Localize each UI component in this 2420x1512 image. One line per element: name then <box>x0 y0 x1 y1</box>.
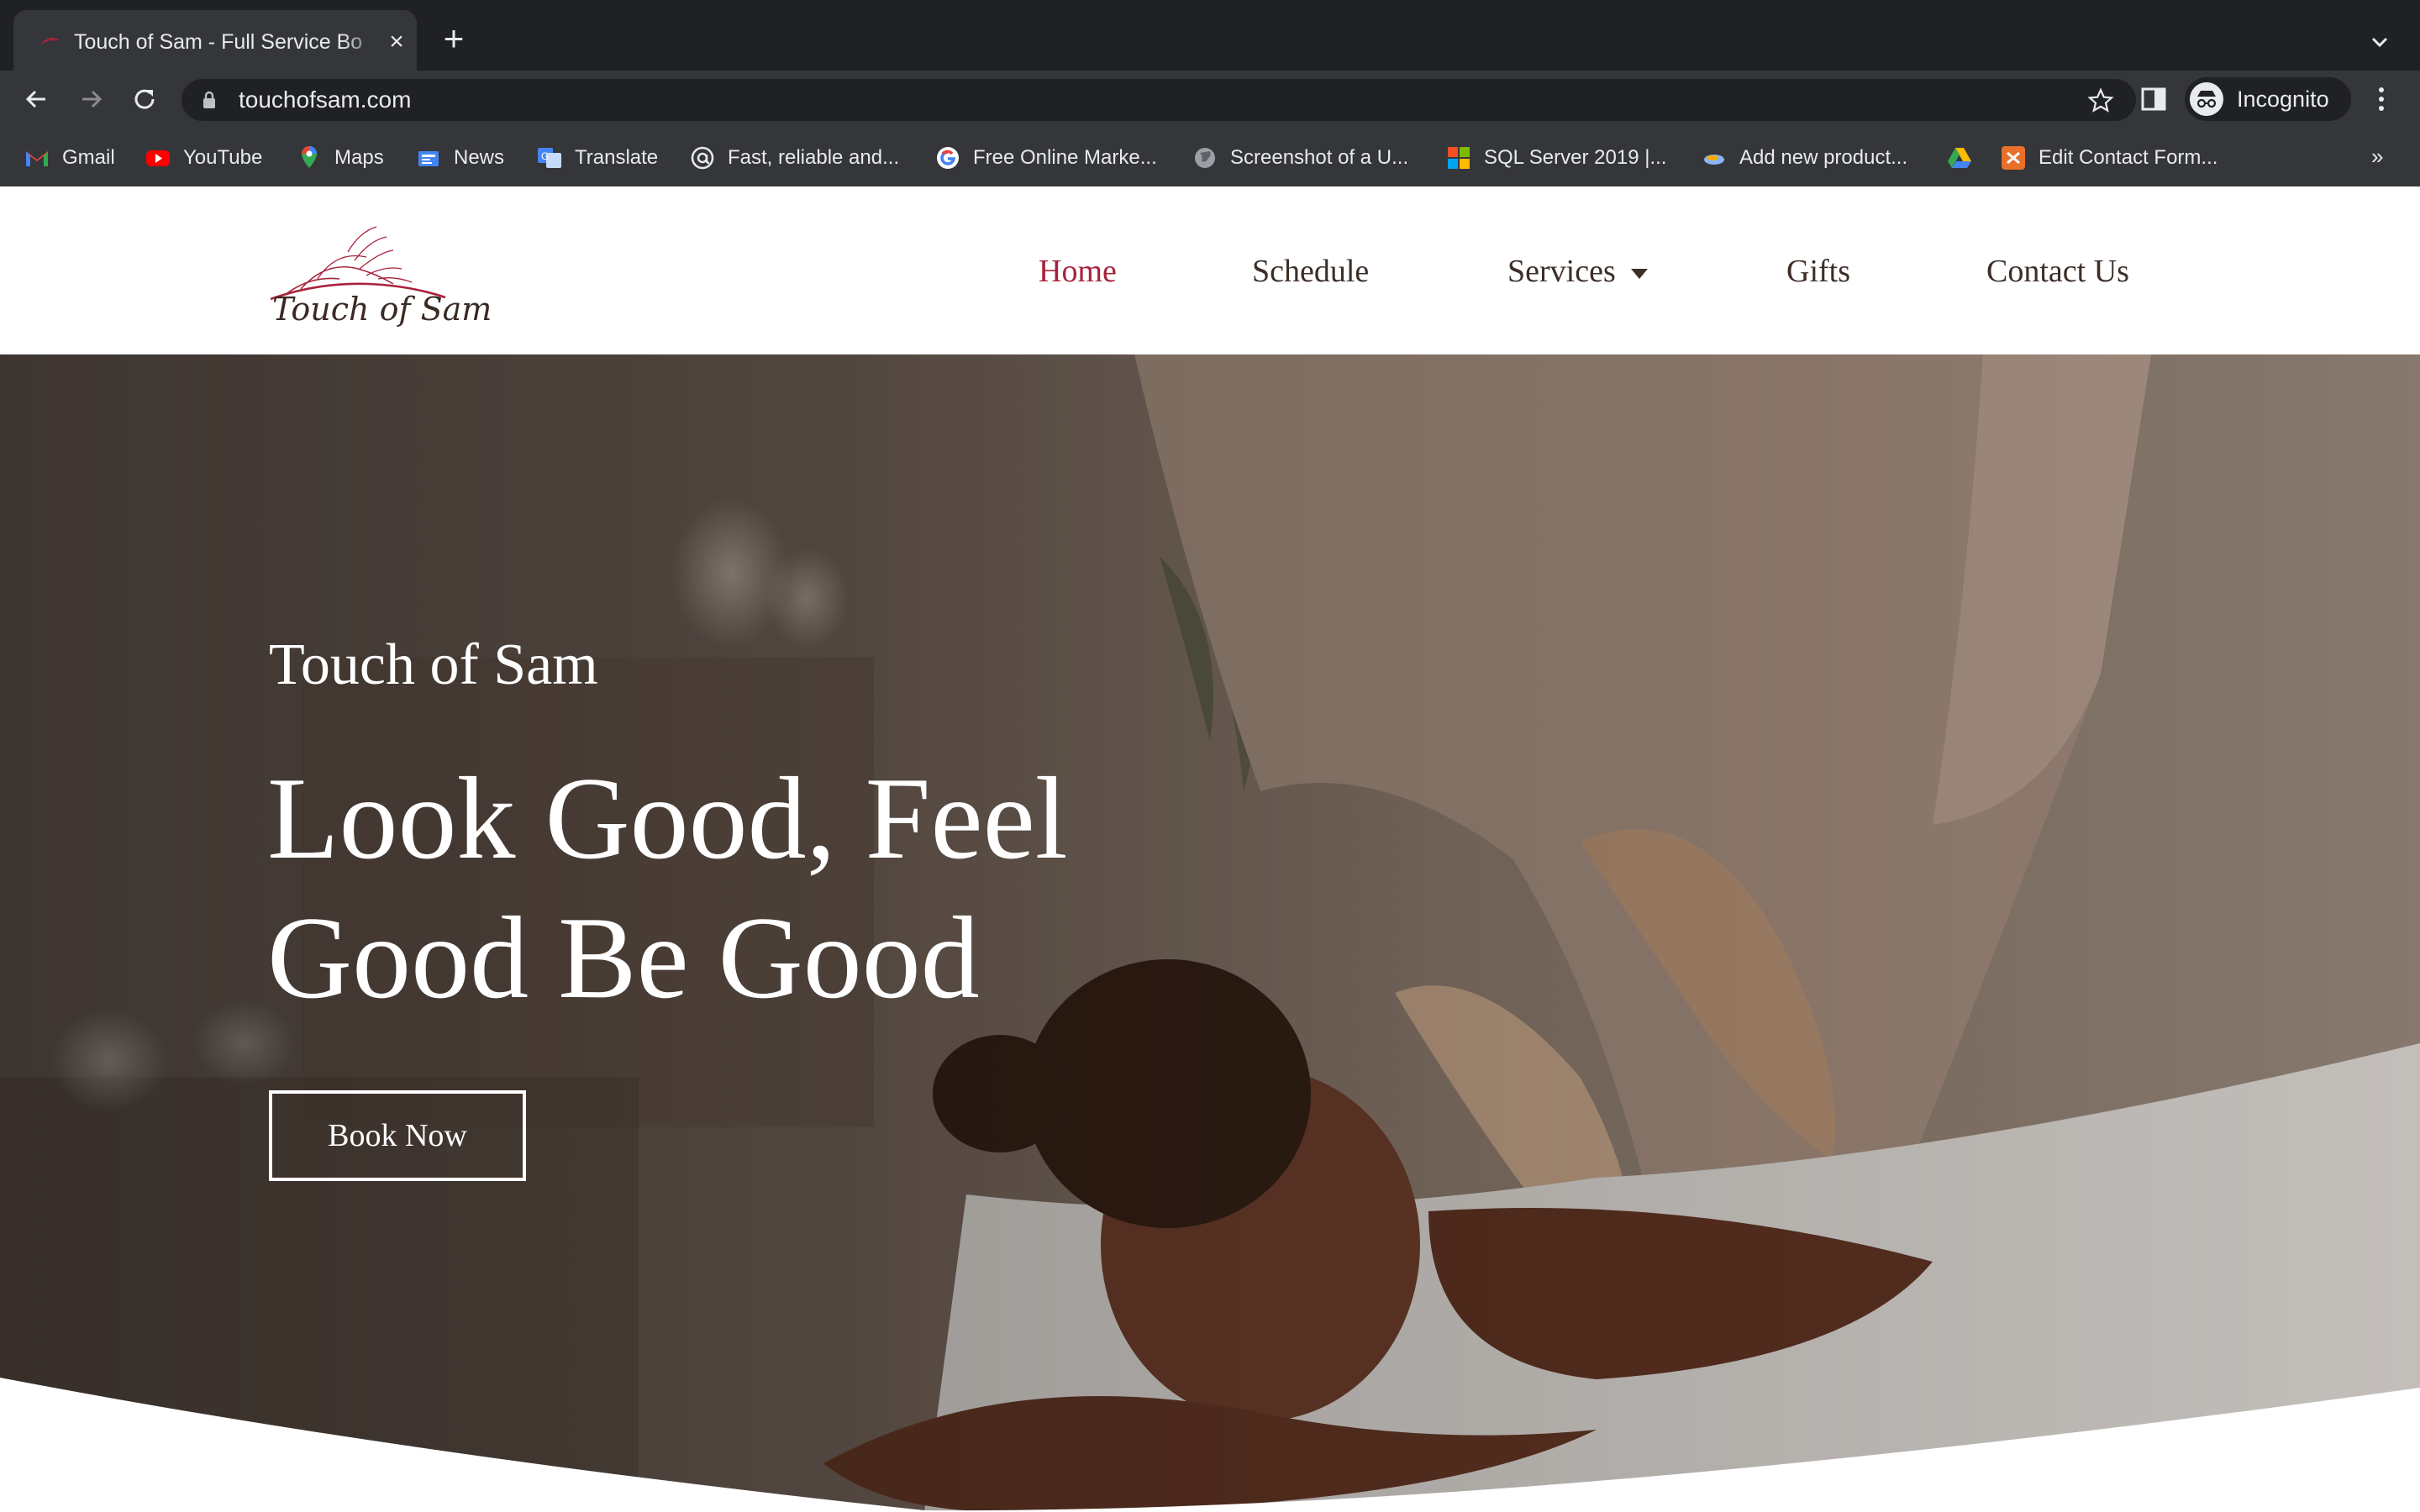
url-text: touchofsam.com <box>239 87 412 113</box>
hero-headline-line-1: Look Good, Feel <box>267 753 1068 884</box>
browser-menu-icon[interactable] <box>2371 84 2391 114</box>
side-panel-icon[interactable] <box>2139 86 2168 113</box>
back-arrow-icon[interactable] <box>20 82 54 116</box>
tab-title: Touch of Sam - Full Service Bo <box>74 30 363 54</box>
site-header: Touch of Sam Home Schedule Services Gift… <box>0 186 2420 354</box>
nav-gifts[interactable]: Gifts <box>1786 250 1850 292</box>
browser-tab[interactable]: Touch of Sam - Full Service Bo × <box>13 10 417 71</box>
gmail-icon <box>26 151 48 166</box>
bookmarks-bar: Gmail YouTube Maps News G Translate Fast… <box>0 128 2420 187</box>
youtube-icon <box>146 150 170 166</box>
form-icon <box>2002 146 2025 170</box>
nav-contact-us[interactable]: Contact Us <box>1986 250 2129 292</box>
nav-schedule[interactable]: Schedule <box>1252 250 1369 292</box>
incognito-label: Incognito <box>2237 87 2329 112</box>
hero-section: Touch of Sam Look Good, Feel Good Be Goo… <box>0 354 2420 1512</box>
maps-icon <box>302 146 317 168</box>
hero-wave-divider <box>0 1378 2420 1512</box>
drive-icon <box>1948 148 1971 168</box>
globe-icon <box>1195 148 1215 168</box>
news-icon <box>418 151 439 166</box>
at-sign-icon <box>691 146 714 170</box>
hero-headline: Look Good, Feel Good Be Good <box>267 749 1360 1028</box>
incognito-profile-button[interactable]: Incognito <box>2185 77 2351 121</box>
logo-favicon-icon <box>41 37 60 45</box>
more-bookmarks-icon[interactable]: » <box>2371 143 2383 170</box>
microsoft-icon <box>1448 147 1470 169</box>
logo-wordmark[interactable]: Touch of Sam <box>272 291 492 328</box>
nav-services[interactable]: Services <box>1507 250 1648 292</box>
nav-home[interactable]: Home <box>1039 250 1117 292</box>
hero-headline-line-2: Good Be Good <box>267 893 980 1023</box>
hero-kicker: Touch of Sam <box>269 633 598 697</box>
forward-arrow-icon[interactable] <box>74 82 108 116</box>
nav-services-label: Services <box>1507 254 1616 289</box>
lock-icon <box>203 91 215 108</box>
new-tab-icon[interactable]: + <box>437 21 471 56</box>
incognito-icon <box>2190 82 2223 116</box>
close-tab-icon[interactable]: × <box>383 29 410 55</box>
address-bar[interactable]: touchofsam.com <box>182 79 2136 121</box>
tab-search-chevron-icon[interactable] <box>2366 29 2393 55</box>
browser-tab-strip: Touch of Sam - Full Service Bo × + <box>0 0 2420 71</box>
caret-down-icon <box>1630 269 1648 280</box>
browser-toolbar: touchofsam.com Incognito <box>0 71 2420 128</box>
bookmark-star-icon[interactable] <box>2087 87 2114 114</box>
svg-text:G: G <box>541 150 549 162</box>
reload-icon[interactable] <box>128 82 161 116</box>
book-now-button[interactable]: Book Now <box>269 1090 526 1181</box>
translate-icon: G <box>538 148 561 168</box>
product-icon <box>1704 155 1724 165</box>
google-icon <box>937 147 959 169</box>
